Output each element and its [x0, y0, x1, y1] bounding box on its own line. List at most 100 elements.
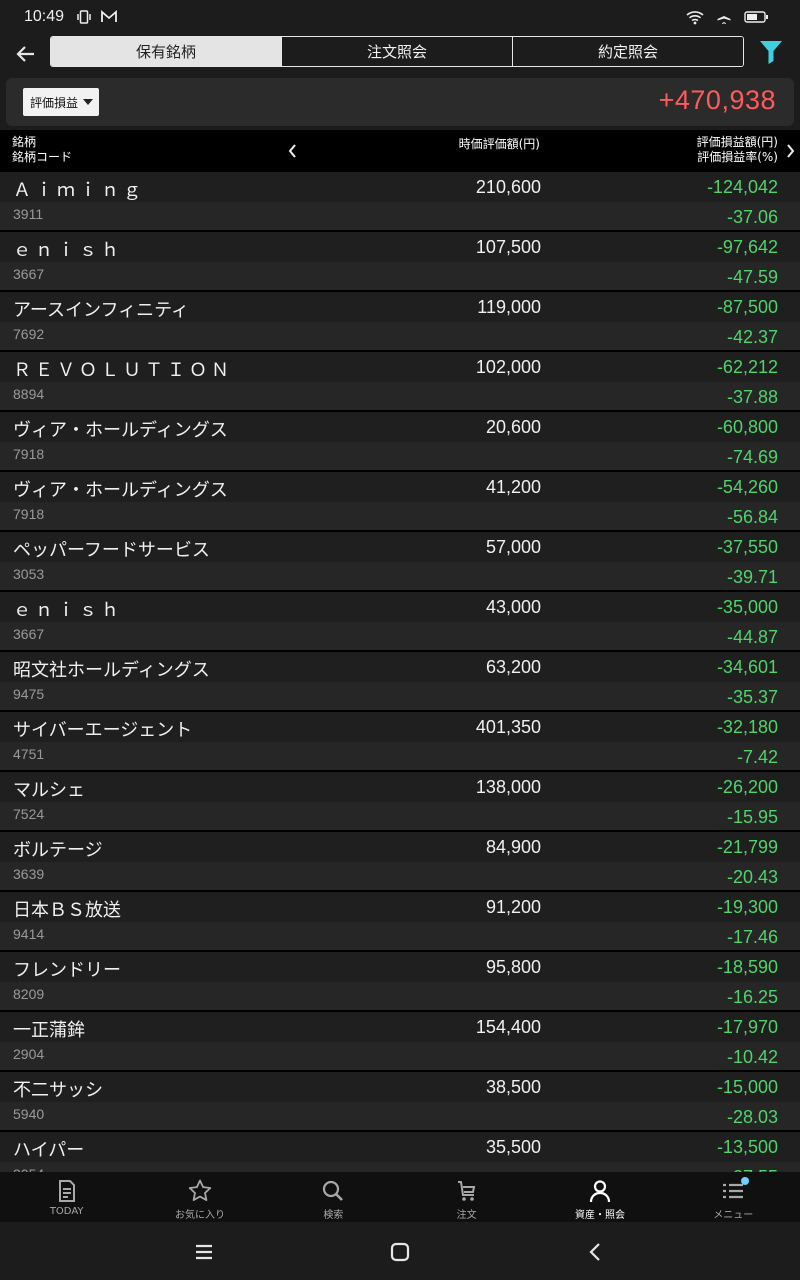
row-bottom-band	[0, 262, 800, 290]
row-bottom-band	[0, 322, 800, 350]
nav-favorites[interactable]: お気に入り	[133, 1172, 266, 1222]
holding-row[interactable]: 一正蒲鉾 2904 154,400 -17,970 -10.42	[0, 1012, 800, 1072]
bottom-navigation: TODAY お気に入り 検索 注文 資産・照会 メニュー	[0, 1172, 800, 1222]
holding-row[interactable]: ｅｎｉｓｈ 3667 43,000 -35,000 -44.87	[0, 592, 800, 652]
tab-execution-inquiry[interactable]: 約定照会	[513, 37, 743, 66]
holding-pl-amount: -17,970	[716, 1017, 778, 1037]
holding-row[interactable]: ヴィア・ホールディングス 7918 41,200 -54,260 -56.84	[0, 472, 800, 532]
holding-code: 3639	[13, 866, 45, 882]
holding-market-value: 41,200	[485, 477, 541, 497]
holdings-list[interactable]: Ａｉｍｉｎｇ 3911 210,600 -124,042 -37.06 ｅｎｉｓｈ 3667…	[0, 172, 800, 1172]
header: 保有銘柄 注文照会 約定照会	[0, 36, 800, 76]
holding-code: 5940	[13, 1106, 45, 1122]
nav-menu[interactable]: メニュー	[667, 1172, 800, 1222]
holding-code: 3667	[13, 266, 45, 282]
holding-pl-rate: -7.42	[736, 747, 778, 767]
nav-search-label: 検索	[323, 1210, 344, 1221]
holding-row[interactable]: ハイパー305435,500-13,500-27.55	[0, 1132, 800, 1172]
holding-row[interactable]: 日本ＢＳ放送 9414 91,200 -19,300 -17.46	[0, 892, 800, 952]
row-bottom-band	[0, 1042, 800, 1070]
holding-pl-rate: -47.59	[726, 267, 778, 287]
holding-row[interactable]: 昭文社ホールディングス 9475 63,200 -34,601 -35.37	[0, 652, 800, 712]
document-icon	[58, 1180, 75, 1202]
nav-order[interactable]: 注文	[400, 1172, 533, 1222]
holding-name: ボルテージ	[13, 840, 103, 861]
column-rate-label: 評価損益率(%)	[697, 150, 778, 164]
holding-name: マルシェ	[13, 780, 85, 801]
holding-pl-amount: -34,601	[716, 657, 778, 677]
holding-name: ヴィア・ホールディングス	[13, 420, 228, 441]
holding-row[interactable]: ボルテージ 3639 84,900 -21,799 -20.43	[0, 832, 800, 892]
notification-dot	[740, 1177, 749, 1185]
vibrate-icon	[76, 9, 92, 25]
chevron-right-icon[interactable]	[782, 142, 798, 160]
pl-type-select[interactable]: 評価損益	[23, 88, 99, 116]
holding-pl-rate: -28.03	[726, 1107, 778, 1127]
system-back-icon[interactable]	[582, 1238, 610, 1266]
holding-market-value: 107,500	[475, 237, 541, 257]
holding-row[interactable]: ヴィア・ホールディングス 7918 20,600 -60,800 -74.69	[0, 412, 800, 472]
search-icon	[323, 1180, 344, 1201]
total-pl-value: +470,938	[658, 85, 776, 115]
nav-today[interactable]: TODAY	[0, 1172, 133, 1222]
holding-code: 7524	[13, 806, 45, 822]
row-top-band	[0, 832, 800, 862]
row-bottom-band	[0, 742, 800, 770]
holding-pl-rate: -16.25	[726, 987, 778, 1007]
tab-holdings[interactable]: 保有銘柄	[51, 37, 282, 66]
holding-pl-rate: -20.43	[726, 867, 778, 887]
home-icon[interactable]	[386, 1238, 414, 1266]
holding-row[interactable]: アースインフィニティ 7692 119,000 -87,500 -42.37	[0, 292, 800, 352]
column-name-header: 銘柄 銘柄コード	[12, 135, 72, 165]
holding-pl-rate: -17.46	[726, 927, 778, 947]
wifi-icon	[686, 9, 704, 25]
recent-apps-icon[interactable]	[190, 1238, 218, 1266]
filter-icon[interactable]	[756, 38, 786, 66]
holding-market-value: 84,900	[485, 837, 541, 857]
holding-name: フレンドリー	[13, 960, 121, 981]
gmail-icon	[100, 9, 118, 25]
holding-pl-amount: -35,000	[716, 597, 778, 617]
nav-order-label: 注文	[456, 1210, 477, 1221]
holding-row[interactable]: ペッパーフードサービス 3053 57,000 -37,550 -39.71	[0, 532, 800, 592]
holding-pl-rate: -15.95	[726, 807, 778, 827]
holding-row[interactable]: 不二サッシ 5940 38,500 -15,000 -28.03	[0, 1072, 800, 1132]
row-bottom-band	[0, 1102, 800, 1130]
holding-market-value: 154,400	[475, 1017, 541, 1037]
row-top-band	[0, 772, 800, 802]
holding-pl-amount: -13,500	[716, 1137, 778, 1157]
holding-code: 9414	[13, 926, 45, 942]
status-bar: 10:49	[0, 0, 800, 36]
holding-pl-rate: -37.06	[726, 207, 778, 227]
tab-order-inquiry[interactable]: 注文照会	[282, 37, 513, 66]
holding-name: 日本ＢＳ放送	[13, 900, 121, 921]
row-bottom-band	[0, 802, 800, 830]
holding-pl-rate: -10.42	[726, 1047, 778, 1067]
holding-row[interactable]: ｅｎｉｓｈ 3667 107,500 -97,642 -47.59	[0, 232, 800, 292]
back-arrow-icon[interactable]	[10, 38, 42, 70]
holding-pl-amount: -21,799	[716, 837, 778, 857]
holding-row[interactable]: サイバーエージェント 4751 401,350 -32,180 -7.42	[0, 712, 800, 772]
holding-name: ＲＥＶＯＬＵＴＩＯＮ	[13, 360, 233, 381]
holding-code: 3911	[13, 206, 44, 222]
column-header: 銘柄 銘柄コード 時価評価額(円) 評価損益額(円) 評価損益率(%)	[0, 130, 800, 172]
summary-panel: 評価損益 +470,938	[6, 78, 794, 126]
chevron-left-icon[interactable]	[285, 142, 301, 160]
nav-assets[interactable]: 資産・照会	[533, 1172, 666, 1222]
nav-menu-label: メニュー	[713, 1210, 754, 1221]
holding-name: サイバーエージェント	[13, 720, 193, 741]
holding-row[interactable]: マルシェ 7524 138,000 -26,200 -15.95	[0, 772, 800, 832]
nav-assets-label: 資産・照会	[574, 1210, 625, 1221]
holding-name: 一正蒲鉾	[13, 1020, 85, 1041]
row-bottom-band	[0, 862, 800, 890]
holding-row[interactable]: Ａｉｍｉｎｇ 3911 210,600 -124,042 -37.06	[0, 172, 800, 232]
holding-pl-rate: -44.87	[726, 627, 778, 647]
holding-market-value: 63,200	[485, 657, 541, 677]
row-bottom-band	[0, 562, 800, 590]
holding-row[interactable]: ＲＥＶＯＬＵＴＩＯＮ 8894 102,000 -62,212 -37.88	[0, 352, 800, 412]
nav-search[interactable]: 検索	[267, 1172, 400, 1222]
row-top-band	[0, 1012, 800, 1042]
dropdown-caret-icon	[83, 99, 93, 105]
holding-code: 8209	[13, 986, 45, 1002]
holding-row[interactable]: フレンドリー 8209 95,800 -18,590 -16.25	[0, 952, 800, 1012]
